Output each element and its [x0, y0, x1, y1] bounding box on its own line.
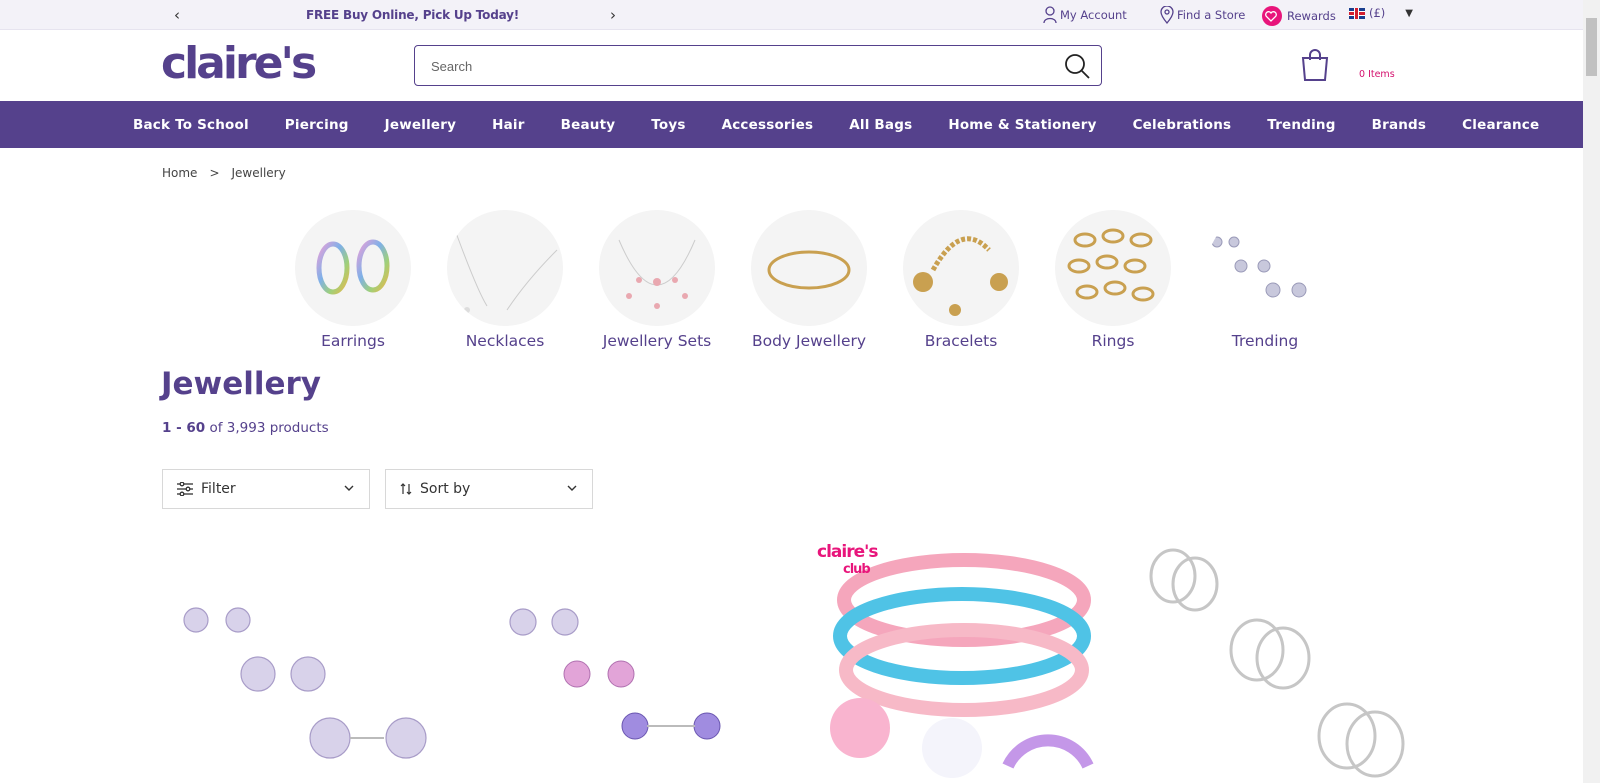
claires-club-badge: claire's club: [817, 542, 878, 578]
rewards-link[interactable]: Rewards: [1262, 6, 1336, 26]
nav-item-clearance[interactable]: Clearance: [1462, 117, 1539, 133]
product-count: 1 - 60 of 3,993 products: [162, 420, 329, 436]
promo-bar: ‹ FREE Buy Online, Pick Up Today! › My A…: [0, 0, 1583, 30]
filter-dropdown[interactable]: Filter: [162, 469, 370, 509]
sort-dropdown[interactable]: Sort by: [385, 469, 593, 509]
jewellery-sets-image: [599, 210, 715, 326]
filter-label: Filter: [201, 481, 236, 497]
page-scrollbar[interactable]: [1583, 0, 1600, 783]
category-earrings[interactable]: Earrings: [277, 210, 429, 350]
chevron-down-icon: [567, 485, 577, 491]
search-input[interactable]: [431, 56, 1031, 76]
heart-icon: [1262, 6, 1282, 26]
trending-image: [1207, 210, 1323, 326]
breadcrumb-separator: >: [209, 166, 220, 180]
product-image: [183, 607, 427, 759]
promo-message[interactable]: FREE Buy Online, Pick Up Today!: [306, 8, 519, 22]
category-jewellery-sets[interactable]: Jewellery Sets: [581, 210, 733, 350]
breadcrumb-home[interactable]: Home: [162, 166, 197, 180]
category-label: Bracelets: [924, 332, 998, 350]
category-body-jewellery[interactable]: Body Jewellery: [733, 210, 885, 350]
nav-item-celebrations[interactable]: Celebrations: [1133, 117, 1232, 133]
product-card[interactable]: [487, 540, 812, 783]
sliders-icon: [177, 482, 193, 496]
nav-item-trending[interactable]: Trending: [1267, 117, 1335, 133]
claires-logo[interactable]: claire's: [161, 42, 317, 86]
nav-item-jewellery[interactable]: Jewellery: [385, 117, 456, 133]
category-label: Earrings: [321, 332, 385, 350]
product-card[interactable]: [1137, 540, 1462, 783]
breadcrumb-current: Jewellery: [231, 166, 286, 180]
nav-item-home-stationery[interactable]: Home & Stationery: [948, 117, 1096, 133]
category-label: Rings: [1091, 332, 1135, 350]
search-icon[interactable]: [1063, 52, 1091, 80]
chevron-down-icon: [344, 485, 354, 491]
category-label: Jewellery Sets: [602, 332, 712, 350]
category-trending[interactable]: Trending: [1189, 210, 1341, 350]
main-nav: Back To School Piercing Jewellery Hair B…: [0, 101, 1583, 148]
nav-item-all-bags[interactable]: All Bags: [849, 117, 912, 133]
category-label: Body Jewellery: [751, 332, 867, 350]
nav-item-brands[interactable]: Brands: [1372, 117, 1427, 133]
product-grid: claire's club: [162, 540, 1462, 783]
find-store-label: Find a Store: [1177, 8, 1246, 22]
my-account-label: My Account: [1060, 8, 1127, 22]
product-range: 1 - 60: [162, 420, 206, 436]
badge-line1: claire's: [817, 542, 878, 562]
page-title: Jewellery: [161, 366, 321, 402]
cart-count[interactable]: 0 Items: [1359, 69, 1395, 80]
breadcrumb: Home > Jewellery: [162, 166, 298, 180]
shopping-bag-icon[interactable]: [1300, 48, 1330, 82]
product-card[interactable]: claire's club: [812, 540, 1137, 783]
earrings-image: [295, 210, 411, 326]
necklaces-image: [447, 210, 563, 326]
nav-item-piercing[interactable]: Piercing: [285, 117, 349, 133]
find-store-link[interactable]: Find a Store: [1160, 6, 1245, 24]
product-image: [509, 608, 721, 740]
category-carousel: Earrings Necklaces Jewellery Sets Body J…: [277, 210, 1341, 350]
promo-prev-button[interactable]: ‹: [174, 6, 180, 24]
nav-item-back-to-school[interactable]: Back To School: [133, 117, 249, 133]
nav-item-hair[interactable]: Hair: [492, 117, 525, 133]
product-card[interactable]: [162, 540, 487, 783]
chevron-down-icon: ▼: [1405, 7, 1413, 19]
user-icon: [1043, 6, 1057, 24]
category-rings[interactable]: Rings: [1037, 210, 1189, 350]
nav-item-toys[interactable]: Toys: [651, 117, 685, 133]
category-label: Necklaces: [465, 332, 545, 350]
search-bar: [414, 45, 1102, 86]
category-label: Trending: [1231, 332, 1299, 350]
sort-label: Sort by: [420, 481, 471, 497]
rewards-label: Rewards: [1287, 9, 1336, 23]
category-necklaces[interactable]: Necklaces: [429, 210, 581, 350]
body-jewellery-image: [751, 210, 867, 326]
bracelets-image: [903, 210, 1019, 326]
rings-image: [1055, 210, 1171, 326]
sort-arrows-icon: [400, 483, 412, 495]
my-account-link[interactable]: My Account: [1043, 6, 1127, 24]
nav-item-accessories[interactable]: Accessories: [722, 117, 814, 133]
badge-line2: club: [843, 562, 871, 577]
product-image: [1149, 548, 1405, 778]
uk-flag-icon: [1349, 7, 1365, 19]
scrollbar-thumb[interactable]: [1586, 18, 1597, 76]
product-total: of 3,993 products: [209, 420, 329, 436]
nav-item-beauty[interactable]: Beauty: [561, 117, 616, 133]
promo-next-button[interactable]: ›: [610, 6, 616, 24]
currency-selector[interactable]: (£) ▼: [1349, 6, 1413, 20]
currency-label: (£): [1369, 6, 1386, 20]
category-bracelets[interactable]: Bracelets: [885, 210, 1037, 350]
location-pin-icon: [1160, 6, 1174, 24]
